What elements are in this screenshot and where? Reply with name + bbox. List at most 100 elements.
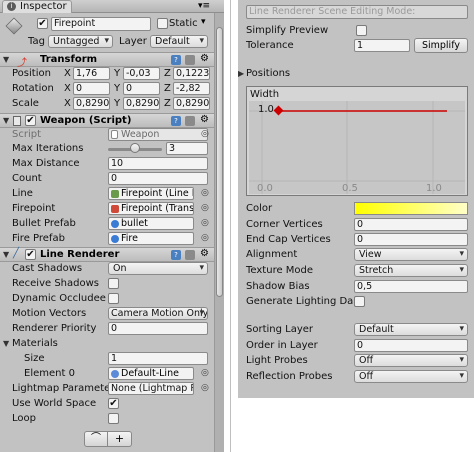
inspector-tab[interactable]: i Inspector [2,0,72,13]
motion-vectors-dropdown[interactable]: Camera Motion Only [108,307,208,320]
object-picker-icon[interactable]: ◎ [201,202,209,214]
weapon-script-header[interactable]: ▼ ✔ Weapon (Script) ? ⚙ [0,113,214,128]
settings-gear-icon[interactable]: ⚙ [200,114,209,125]
width-curve-box[interactable]: Width 1.0 0.0 0.5 1.0 [246,86,468,196]
corner-vertices-field[interactable]: 0 [354,218,468,231]
help-icon[interactable]: ? [171,116,181,126]
light-probes-dropdown[interactable]: Off [354,354,468,367]
scale-x-axis[interactable]: X [64,98,71,110]
line-label: Line [12,188,33,199]
scale-y-field[interactable]: 0,8290 [123,97,160,110]
rotation-x-field[interactable]: 0 [73,82,110,95]
preset-icon[interactable] [185,116,195,126]
object-picker-icon[interactable]: ◎ [201,217,209,229]
rotation-z-axis[interactable]: Z [164,83,171,95]
rotation-z-field[interactable]: -2,82 [173,82,210,95]
help-icon[interactable]: ? [171,55,181,65]
object-picker-icon[interactable]: ◎ [201,187,209,199]
firepoint-field[interactable]: Firepoint (Trans [108,202,194,215]
layer-dropdown[interactable]: Default [150,35,208,48]
tolerance-label: Tolerance [246,40,294,51]
rotation-y-field[interactable]: 0 [123,82,160,95]
element0-field[interactable]: Default-Line [108,367,194,380]
static-checkbox[interactable] [157,18,168,29]
weapon-enabled-checkbox[interactable]: ✔ [25,115,36,126]
max-iterations-field[interactable]: 3 [166,142,208,155]
script-file-icon [111,130,118,139]
loop-checkbox[interactable] [108,413,119,424]
line-renderer-header[interactable]: ▼ ╱ ✔ Line Renderer ? ⚙ [0,247,214,262]
object-picker-icon[interactable]: ◎ [201,367,209,379]
static-dropdown-arrow[interactable]: ▾ [201,17,206,27]
order-in-layer-field[interactable]: 0 [354,339,468,352]
settings-gear-icon[interactable]: ⚙ [200,248,209,259]
materials-label[interactable]: Materials [12,338,58,350]
dynamic-occludee-checkbox[interactable] [108,293,119,304]
tag-dropdown[interactable]: Untagged [48,35,113,48]
scale-y-axis[interactable]: Y [114,98,120,110]
receive-shadows-checkbox[interactable] [108,278,119,289]
positions-label[interactable]: Positions [246,68,290,80]
collapse-arrow-icon[interactable]: ▼ [3,54,9,66]
sorting-layer-dropdown[interactable]: Default [354,323,468,336]
scale-z-field[interactable]: 0,8290 [173,97,210,110]
position-y-axis[interactable]: Y [114,68,120,80]
preset-icon[interactable] [185,55,195,65]
element0-label: Element 0 [24,368,75,379]
position-z-field[interactable]: 0,1223 [173,67,210,80]
end-cap-vertices-field[interactable]: 0 [354,233,468,246]
renderer-priority-field[interactable]: 0 [108,322,208,335]
collapse-arrow-icon[interactable]: ▼ [3,249,9,261]
transform-icon: ⤴ [17,58,27,69]
simplify-button[interactable]: Simplify [414,38,468,53]
tolerance-field[interactable]: 1 [354,39,410,52]
transform-header[interactable]: ▼ ⤴ Transform ? ⚙ [0,52,214,69]
object-picker-icon[interactable]: ◎ [201,232,209,244]
position-z-axis[interactable]: Z [164,68,171,80]
lightmap-parameters-field[interactable]: None (Lightmap P [108,382,194,395]
texture-mode-dropdown[interactable]: Stretch [354,264,468,277]
count-field[interactable]: 0 [108,172,208,185]
bullet-prefab-field[interactable]: bullet [108,217,194,230]
position-x-field[interactable]: 1,76 [73,67,110,80]
line-renderer-enabled-checkbox[interactable]: ✔ [25,249,36,260]
use-world-space-checkbox[interactable]: ✔ [108,398,119,409]
collapse-arrow-icon[interactable]: ▼ [3,115,9,127]
positions-expand-icon[interactable]: ▶ [238,68,244,80]
max-iterations-slider-thumb[interactable] [130,143,140,153]
scale-z-axis[interactable]: Z [164,98,171,110]
generate-lighting-data-checkbox[interactable] [354,296,365,307]
alignment-dropdown[interactable]: View [354,248,468,261]
width-curve-plot[interactable]: 1.0 0.0 0.5 1.0 [249,101,465,194]
reflection-probes-dropdown[interactable]: Off [354,370,468,383]
object-picker-icon[interactable]: ◎ [201,128,209,140]
object-picker-icon[interactable]: ◎ [201,382,209,394]
width-curve-svg [249,101,465,194]
color-gradient-field[interactable] [354,202,468,215]
line-field[interactable]: Firepoint (Line R [108,187,194,200]
inspector-scrollbar-thumb[interactable] [216,27,223,297]
panel-menu-icon[interactable]: ▾≡ [198,1,210,11]
fire-prefab-field[interactable]: Fire [108,232,194,245]
shadow-bias-field[interactable]: 0,5 [354,280,468,293]
position-y-field[interactable]: -0,03 [123,67,160,80]
max-distance-field[interactable]: 10 [108,157,208,170]
help-icon[interactable]: ? [171,250,181,260]
size-field[interactable]: 1 [108,352,208,365]
preset-icon[interactable] [185,250,195,260]
material-icon [111,370,119,378]
position-x-axis[interactable]: X [64,68,71,80]
static-label: Static [169,18,198,29]
scale-x-field[interactable]: 0,8290 [73,97,110,110]
simplify-preview-checkbox[interactable] [356,25,367,36]
rotation-x-axis[interactable]: X [64,83,71,95]
edit-points-button[interactable]: ⌒ [84,431,108,447]
materials-expand-icon[interactable]: ▼ [3,338,9,350]
active-checkbox[interactable]: ✔ [37,18,48,29]
settings-gear-icon[interactable]: ⚙ [200,53,209,64]
object-name-field[interactable]: Firepoint [51,17,151,31]
cast-shadows-dropdown[interactable]: On [108,262,208,275]
inspector-scrollbar[interactable] [214,13,224,452]
add-point-button[interactable]: + [108,431,132,447]
rotation-y-axis[interactable]: Y [114,83,120,95]
